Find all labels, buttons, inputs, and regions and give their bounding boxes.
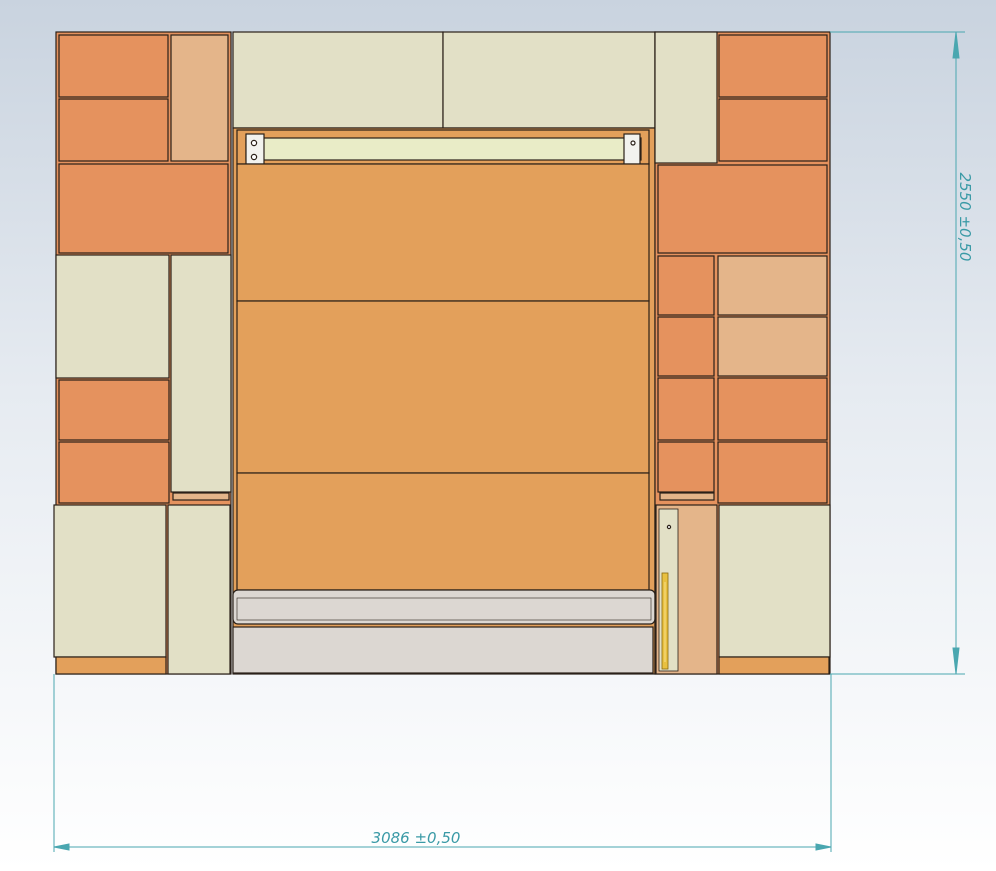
left-bottom-narrow-door[interactable] [167,504,231,675]
right-cabinet [654,31,831,675]
height-dimension-label[interactable]: 2550 ±0,50 [956,173,974,262]
bed-panel-2[interactable] [236,300,650,474]
top-door-left[interactable] [232,31,444,129]
right-drawer-3[interactable] [717,377,828,441]
width-dimension-label[interactable]: 3086 ±0,50 [372,829,461,847]
left-drawer-1[interactable] [58,34,169,98]
right-small-drawer-1[interactable] [657,255,715,316]
left-drawer-4[interactable] [58,441,170,504]
left-wide-drawer[interactable] [58,163,229,254]
right-drawer-1[interactable] [718,34,828,98]
wall-bed [232,127,656,675]
right-small-drawer-4[interactable] [657,441,715,493]
right-bottom-door[interactable] [718,504,831,658]
wardrobe-front-view-drawing: 3086 ±0,50 2550 ±0,50 [53,31,974,852]
bed-panel-1[interactable] [236,163,650,302]
right-light-drawer-1[interactable] [717,255,828,316]
left-drawer-3[interactable] [58,379,170,441]
cad-viewport[interactable]: 3086 ±0,50 2550 ±0,50 [0,0,996,871]
left-cabinet [53,31,232,675]
right-drawer-2[interactable] [718,98,828,162]
right-small-drawer-2[interactable] [657,316,715,377]
bed-base-lower[interactable] [232,626,654,674]
left-drawer-2[interactable] [58,98,169,162]
right-light-drawer-2[interactable] [717,316,828,377]
bed-panel-3[interactable] [236,472,650,591]
left-tall-door[interactable] [170,254,232,493]
center-top-cabinets [232,31,656,129]
right-wide-drawer[interactable] [657,164,828,254]
bed-rail [245,137,642,161]
left-cream-panel[interactable] [55,254,170,379]
right-small-drawer-3[interactable] [657,377,715,441]
left-bottom-door[interactable] [53,504,167,658]
right-drawer-4[interactable] [717,441,828,504]
right-cream-top-door[interactable] [654,31,718,164]
top-door-right[interactable] [442,31,656,129]
bracket-right [623,133,641,165]
left-light-panel-top[interactable] [170,34,229,162]
